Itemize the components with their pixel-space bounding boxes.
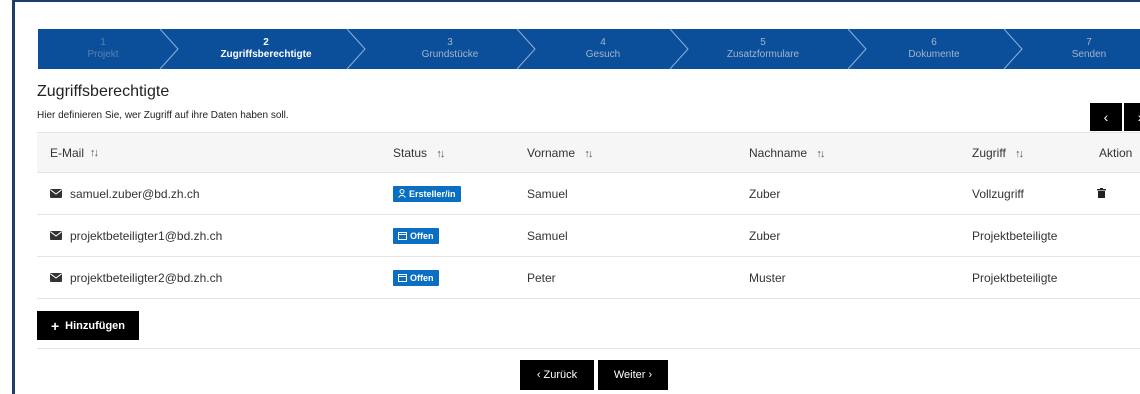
email-text: projektbeteiligter2@bd.zh.ch [70,270,223,285]
page-title: Zugriffsberechtigte [37,83,170,100]
envelope-open-icon [398,273,407,282]
vorname-cell: Samuel [527,228,568,243]
step-zusatzformulare[interactable]: 5 Zusatzformulare [688,29,838,69]
window-frame-top [15,0,1140,9]
step-number: 5 [760,37,766,48]
step-gesuch[interactable]: 4 Gesuch [538,29,668,69]
step-number: 2 [263,37,269,48]
header-label: Vorname [527,145,576,160]
trash-icon [1097,187,1106,198]
back-button[interactable]: ‹ Zurück [520,360,594,390]
envelope-icon [50,189,62,198]
divider [37,348,1140,349]
add-button[interactable]: + Hinzufügen [37,311,139,340]
status-badge: Offen [393,227,439,244]
header-aktion: Aktion [1099,145,1133,160]
header-label: Zugriff [972,145,1006,160]
step-separator-icon [513,29,539,69]
header-label: Status [393,145,428,160]
step-projekt[interactable]: 1 Projekt [38,29,168,69]
status-text: Offen [410,272,434,283]
delete-button[interactable] [1097,187,1106,201]
step-dokumente[interactable]: 6 Dokumente [864,29,1004,69]
status-badge: Ersteller/in [393,185,461,202]
nachname-cell: Zuber [749,186,781,201]
table-row: projektbeteiligter2@bd.zh.ch Offen Peter… [37,257,1140,299]
chevron-left-icon: ‹ [1103,109,1109,125]
step-number: 4 [600,37,606,48]
email-cell: projektbeteiligter2@bd.zh.ch [50,271,222,285]
envelope-icon [50,273,62,282]
step-separator-icon [1000,29,1026,69]
user-icon [398,189,406,198]
step-label: Projekt [87,49,119,60]
status-cell: Offen [393,227,439,244]
table-row: projektbeteiligter1@bd.zh.ch Offen Samue… [37,215,1140,257]
envelope-open-icon [398,231,407,240]
step-label: Dokumente [908,49,960,60]
status-badge: Offen [393,269,439,286]
step-grundstuecke[interactable]: 3 Grundstücke [368,29,532,69]
wizard-stepper: 1 Projekt 2 Zugriffsberechtigte 3 Grunds… [38,29,1140,69]
sort-icon: ↑↓ [90,146,99,159]
sort-icon: ↑↓ [1015,147,1024,160]
email-text: samuel.zuber@bd.zh.ch [70,186,200,201]
vorname-cell: Peter [527,270,556,285]
step-zugriffsberechtigte[interactable]: 2 Zugriffsberechtigte [178,29,354,69]
email-text: projektbeteiligter1@bd.zh.ch [70,228,223,243]
add-button-label: Hinzufügen [65,319,126,332]
step-number: 1 [100,37,106,48]
step-label: Zugriffsberechtigte [220,49,312,60]
table-header-row: E-Mail ↑↓ Status ↑↓ Vorname ↑↓ Nachname … [37,133,1140,173]
sort-icon: ↑↓ [816,147,825,160]
email-cell: samuel.zuber@bd.zh.ch [50,187,200,201]
nachname-cell: Zuber [749,228,781,243]
sort-icon: ↑↓ [436,147,445,160]
zugriff-cell: Vollzugriff [972,186,1024,201]
header-vorname[interactable]: Vorname ↑↓ [527,145,593,160]
status-cell: Offen [393,269,439,286]
header-status[interactable]: Status ↑↓ [393,145,445,160]
step-number: 7 [1086,37,1092,48]
header-label: Nachname [749,145,808,160]
email-cell: projektbeteiligter1@bd.zh.ch [50,229,222,243]
step-number: 6 [931,37,937,48]
table-row: samuel.zuber@bd.zh.ch Ersteller/in Samue… [37,173,1140,215]
step-senden[interactable]: 7 Senden [1038,29,1140,69]
vorname-cell: Samuel [527,186,568,201]
nachname-cell: Muster [749,270,786,285]
header-email[interactable]: E-Mail ↑↓ [50,145,99,160]
continue-button[interactable]: Weiter › [598,360,668,390]
step-separator-icon [343,29,369,69]
step-label: Zusatzformulare [726,49,800,60]
step-number: 3 [447,37,453,48]
zugriff-cell: Projektbeteiligte [972,270,1058,285]
window-frame-left [0,0,15,394]
envelope-icon [50,231,62,240]
step-label: Grundstücke [421,49,479,60]
header-nachname[interactable]: Nachname ↑↓ [749,145,825,160]
step-label: Senden [1071,49,1107,60]
status-text: Ersteller/in [409,188,456,199]
page-subtitle: Hier definieren Sie, wer Zugriff auf ihr… [37,110,289,121]
plus-icon: + [50,317,60,334]
access-table: E-Mail ↑↓ Status ↑↓ Vorname ↑↓ Nachname … [37,132,1140,299]
next-nav-button[interactable]: › [1124,103,1140,131]
header-zugriff[interactable]: Zugriff ↑↓ [972,145,1024,160]
zugriff-cell: Projektbeteiligte [972,228,1058,243]
header-label: E-Mail [50,145,85,160]
status-cell: Ersteller/in [393,185,461,202]
step-label: Gesuch [585,49,621,60]
prev-button[interactable]: ‹ [1090,103,1122,131]
sort-icon: ↑↓ [584,147,593,160]
status-text: Offen [410,230,434,241]
